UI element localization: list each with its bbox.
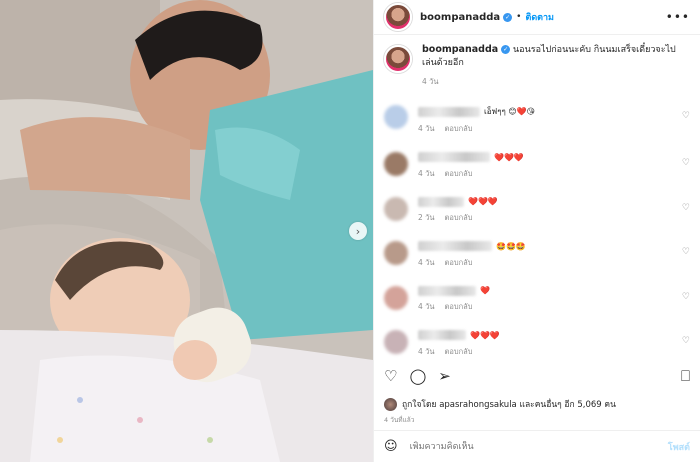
separator-dot: •: [516, 12, 522, 22]
comment-text: ❤️❤️❤️: [468, 197, 498, 206]
comment-age: 4 วัน: [418, 257, 435, 267]
comment-meta: 4 วัน ตอบกลับ: [418, 346, 500, 358]
comment-text: ❤️❤️❤️: [494, 152, 524, 162]
commenter-name-redacted: [418, 152, 490, 162]
comment-text: ❤️❤️❤️: [470, 330, 500, 340]
commenter-avatar[interactable]: [384, 196, 408, 221]
author-username[interactable]: boompanadda: [420, 12, 500, 23]
commenter-avatar[interactable]: [384, 152, 408, 176]
comment-meta: 4 วัน ตอบกลับ: [418, 301, 490, 313]
comment-body: ❤️❤️❤️ 4 วัน ตอบกลับ: [418, 152, 524, 180]
commenter-name-redacted: [418, 241, 492, 251]
comment-input[interactable]: [407, 440, 668, 453]
share-icon[interactable]: ➢: [438, 367, 451, 385]
caption: boompanadda ✓ นอนรอไปก่อนนะคับ กินนมเสร็จ…: [384, 43, 690, 88]
liker-avatar: [384, 397, 397, 411]
verified-icon: ✓: [503, 12, 513, 22]
next-photo-button[interactable]: ›: [349, 222, 367, 240]
commenter-name-redacted: [418, 106, 480, 117]
comment-item: ❤️ 4 วัน ตอบกลับ ♡: [384, 285, 690, 314]
post-time: 4 วันที่แล้ว: [384, 416, 415, 424]
author-avatar[interactable]: [384, 3, 412, 31]
post-photo[interactable]: ›: [0, 0, 373, 462]
post-header: boompanadda ✓ • ติดตาม •••: [374, 0, 700, 35]
comment-body: 🤩🤩🤩 4 วัน ตอบกลับ: [418, 241, 526, 269]
more-horizontal-icon[interactable]: •••: [666, 10, 690, 24]
reply-button[interactable]: ตอบกลับ: [445, 213, 473, 222]
comment-item: 🤩🤩🤩 4 วัน ตอบกลับ ♡: [384, 241, 690, 269]
comment-meta: 2 วัน ตอบกลับ: [418, 212, 498, 224]
reply-button[interactable]: ตอบกลับ: [445, 258, 473, 267]
comment-body: ❤️❤️❤️ 4 วัน ตอบกลับ: [418, 330, 500, 358]
caption-meta: 4 วัน: [422, 75, 690, 88]
comment-meta: 4 วัน ตอบกลับ: [418, 257, 526, 269]
commenter-name-redacted: [418, 330, 466, 340]
comment-like-icon[interactable]: ♡: [682, 292, 690, 302]
reply-button[interactable]: ตอบกลับ: [445, 347, 473, 356]
commenter-avatar[interactable]: [384, 105, 408, 129]
comment-age: 4 วัน: [418, 346, 435, 356]
like-icon[interactable]: ♡: [384, 367, 397, 385]
likes-summary[interactable]: ถูกใจโดย apasrahongsakula และคนอื่นๆ อีก…: [384, 397, 616, 411]
comment-like-icon[interactable]: ♡: [682, 203, 690, 213]
reply-button[interactable]: ตอบกลับ: [445, 302, 473, 311]
caption-age: 4 วัน: [422, 77, 439, 86]
caption-username[interactable]: boompanadda: [422, 44, 498, 55]
commenter-avatar[interactable]: [384, 330, 408, 354]
comment-body: ❤️ 4 วัน ตอบกลับ: [418, 285, 490, 314]
emoji-icon[interactable]: ☺: [384, 439, 398, 454]
likes-text: ถูกใจโดย apasrahongsakula และคนอื่นๆ อีก…: [402, 400, 616, 410]
reply-button[interactable]: ตอบกลับ: [445, 169, 473, 178]
comment-item: ❤️❤️❤️ 4 วัน ตอบกลับ ♡: [384, 152, 690, 180]
comment-age: 4 วัน: [418, 124, 435, 133]
comment-body: เอ็ฟๆๆ 😊❤️😘 4 วัน ตอบกลับ: [418, 105, 535, 135]
comment-text: 🤩🤩🤩: [496, 241, 526, 251]
comment-meta: 4 วัน ตอบกลับ: [418, 168, 524, 180]
post-button[interactable]: โพสต์: [668, 440, 690, 454]
reply-button[interactable]: ตอบกลับ: [445, 124, 473, 133]
comment-like-icon[interactable]: ♡: [682, 111, 690, 121]
add-comment-bar: ☺ โพสต์: [374, 430, 700, 462]
post-panel: boompanadda ✓ • ติดตาม ••• boompanadda ✓ …: [373, 0, 700, 462]
instagram-post: › boompanadda ✓ • ติดตาม ••• boompanadda…: [0, 0, 700, 462]
comment-item: ❤️❤️❤️ 2 วัน ตอบกลับ ♡: [384, 196, 690, 225]
comment-text: เอ็ฟๆๆ 😊❤️😘: [484, 107, 535, 116]
comment-age: 4 วัน: [418, 302, 435, 311]
comment-rows: เอ็ฟๆๆ 😊❤️😘 4 วัน ตอบกลับ ♡ ❤️❤️❤️ 4 วัน ตอบกล…: [384, 105, 690, 358]
comment-list: boompanadda ✓ นอนรอไปก่อนนะคับ กินนมเสร็จ…: [374, 35, 700, 358]
commenter-avatar[interactable]: [384, 285, 408, 310]
commenter-avatar[interactable]: [384, 241, 408, 265]
comment-like-icon[interactable]: ♡: [682, 158, 690, 168]
comment-like-icon[interactable]: ♡: [682, 247, 690, 257]
comment-item: เอ็ฟๆๆ 😊❤️😘 4 วัน ตอบกลับ ♡: [384, 105, 690, 135]
comment-body: ❤️❤️❤️ 2 วัน ตอบกลับ: [418, 196, 498, 225]
follow-button[interactable]: ติดตาม: [525, 10, 554, 24]
commenter-name-redacted: [418, 196, 464, 207]
caption-text-block: boompanadda ✓ นอนรอไปก่อนนะคับ กินนมเสร็จ…: [422, 43, 690, 88]
comment-meta: 4 วัน ตอบกลับ: [418, 123, 535, 135]
comment-item: ❤️❤️❤️ 4 วัน ตอบกลับ ♡: [384, 330, 690, 358]
verified-icon: ✓: [501, 45, 511, 54]
comment-text: ❤️: [480, 286, 490, 295]
bookmark-icon[interactable]: ⎕: [681, 367, 690, 385]
action-bar: ♡ ◯ ➢ ⎕: [384, 367, 690, 385]
comment-age: 4 วัน: [418, 168, 435, 178]
comment-icon[interactable]: ◯: [409, 367, 426, 385]
photo-illustration: [0, 0, 373, 462]
comment-age: 2 วัน: [418, 213, 435, 222]
commenter-name-redacted: [418, 285, 476, 296]
caption-avatar[interactable]: [384, 45, 412, 73]
comment-like-icon[interactable]: ♡: [682, 336, 690, 346]
